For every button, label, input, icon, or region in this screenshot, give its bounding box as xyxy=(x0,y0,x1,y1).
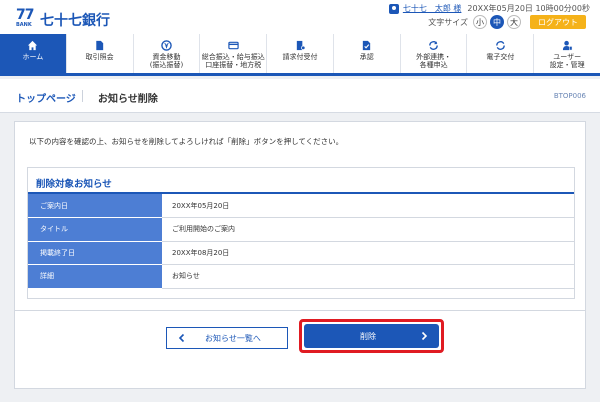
nav-item-bulk-transfer[interactable]: 総合振込・給与振込 口座振替・地方税 xyxy=(200,34,268,73)
nav-item-transfer[interactable]: 資金移動 (振込振替) xyxy=(134,34,201,73)
sync-icon xyxy=(429,41,438,50)
card-icon xyxy=(228,41,239,50)
user-name-link[interactable]: 七十七 太郎 様 xyxy=(403,3,462,14)
row-label-date: ご案内日 xyxy=(28,194,162,218)
delete-button[interactable]: 削除 xyxy=(304,324,439,348)
page-title: お知らせ削除 xyxy=(98,94,158,105)
row-value-date: 20XX年05月20日 xyxy=(162,194,574,218)
font-size-small-button[interactable]: 小 xyxy=(473,15,487,29)
font-size-controls: 文字サイズ 小 中 大 ログアウト xyxy=(428,15,586,29)
nav-item-approval[interactable]: 承認 xyxy=(334,34,401,73)
row-value-detail: お知らせ xyxy=(162,264,574,289)
row-label-detail: 詳細 xyxy=(28,264,162,289)
font-size-large-button[interactable]: 大 xyxy=(507,15,521,29)
refresh-icon xyxy=(496,41,505,50)
back-to-list-button[interactable]: お知らせ一覧へ xyxy=(166,327,288,349)
main-panel: 以下の内容を確認の上、お知らせを削除してよろしければ「削除」ボタンを押してくださ… xyxy=(14,121,586,389)
nav-label: 総合振込・給与振込 口座振替・地方税 xyxy=(201,53,265,69)
section-title: 削除対象お知らせ xyxy=(36,179,112,190)
bank-logo[interactable]: 77 BANK 七十七銀行 xyxy=(16,8,110,30)
detail-table: ご案内日 20XX年05月20日 タイトル ご利用開始のご案内 掲載終了日 20… xyxy=(28,194,574,289)
back-button-label: お知らせ一覧へ xyxy=(205,333,261,343)
nav-label: 外部連携・ 各種申込 xyxy=(416,53,452,69)
instruction-text: 以下の内容を確認の上、お知らせを削除してよろしければ「削除」ボタンを押してくださ… xyxy=(29,137,344,146)
app-header: 77 BANK 七十七銀行 七十七 太郎 様 20XX年05月20日 10時00… xyxy=(0,0,600,34)
nav-label: 資金移動 (振込振替) xyxy=(149,53,184,69)
font-size-medium-button[interactable]: 中 xyxy=(490,15,504,29)
table-row: タイトル ご利用開始のご案内 xyxy=(28,217,574,242)
nav-item-user-settings[interactable]: ユーザー 設定・管理 xyxy=(534,34,600,73)
breadcrumb-separator xyxy=(82,90,83,102)
table-row: 掲載終了日 20XX年08月20日 xyxy=(28,241,574,265)
logout-button[interactable]: ログアウト xyxy=(530,15,586,29)
nav-item-e-delivery[interactable]: 電子交付 xyxy=(467,34,535,73)
screen-id: BTOP006 xyxy=(553,92,586,100)
user-settings-icon xyxy=(562,40,572,51)
logo-bank-label: BANK xyxy=(16,22,32,28)
row-value-title: ご利用開始のご案内 xyxy=(162,217,574,242)
last-login-time: 20XX年05月20日 10時00分00秒 xyxy=(467,4,590,13)
table-row: 詳細 お知らせ xyxy=(28,264,574,289)
breadcrumb-top-link[interactable]: トップページ xyxy=(16,90,76,105)
delete-target-section: 削除対象お知らせ ご案内日 20XX年05月20日 タイトル ご利用開始のご案内… xyxy=(27,167,575,299)
user-icon xyxy=(388,3,399,14)
row-label-end-date: 掲載終了日 xyxy=(28,241,162,265)
table-row: ご案内日 20XX年05月20日 xyxy=(28,194,574,218)
yen-circle-icon xyxy=(161,40,172,51)
button-divider xyxy=(15,310,585,311)
delete-button-label: 削除 xyxy=(360,331,376,341)
chevron-right-icon xyxy=(421,331,428,341)
chevron-left-icon xyxy=(178,333,185,343)
document-icon xyxy=(96,40,104,51)
nav-label: ユーザー 設定・管理 xyxy=(549,53,585,69)
nav-item-home[interactable]: ホーム xyxy=(0,34,67,73)
row-label-title: タイトル xyxy=(28,217,162,242)
breadcrumb: トップページ お知らせ削除 BTOP006 xyxy=(0,79,600,113)
nav-item-inquiry[interactable]: 取引照会 xyxy=(67,34,134,73)
nav-item-external[interactable]: 外部連携・ 各種申込 xyxy=(401,34,468,73)
font-size-label: 文字サイズ xyxy=(428,17,468,27)
logo-mark: 77 BANK xyxy=(16,8,38,30)
document-check-icon xyxy=(363,40,371,51)
document-user-icon xyxy=(296,40,305,51)
nav-label: 承認 xyxy=(359,53,374,61)
row-value-end-date: 20XX年08月20日 xyxy=(162,241,574,265)
nav-label: ホーム xyxy=(22,53,44,61)
nav-item-invoice[interactable]: 請求付受付 xyxy=(267,34,334,73)
global-nav: ホーム 取引照会 資金移動 (振込振替) 総合振込・給与振込 口座振替・地方税 請求… xyxy=(0,34,600,76)
nav-label: 電子交付 xyxy=(486,53,515,61)
home-icon xyxy=(28,40,38,51)
logo-number: 77 xyxy=(16,7,34,23)
logo-text: 七十七銀行 xyxy=(40,13,110,29)
nav-label: 請求付受付 xyxy=(282,53,318,61)
nav-label: 取引照会 xyxy=(85,53,114,61)
user-info: 七十七 太郎 様 20XX年05月20日 10時00分00秒 xyxy=(388,3,590,14)
